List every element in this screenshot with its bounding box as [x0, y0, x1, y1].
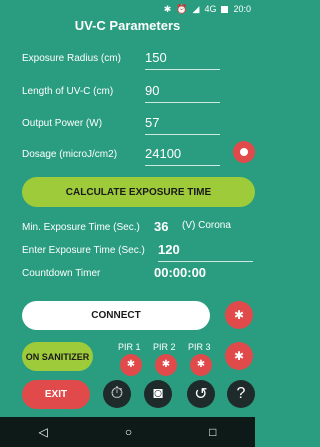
- bluetooth-icon[interactable]: ✱: [225, 301, 253, 329]
- battery-icon: [221, 5, 229, 13]
- min-exposure-note: (V) Corona: [182, 220, 231, 231]
- countdown-value: 00:00:00: [154, 265, 207, 280]
- label-output-power: Output Power (W): [22, 118, 103, 129]
- pir1-indicator-icon: ✱: [120, 354, 142, 376]
- pir1-label: PIR 1: [118, 342, 141, 352]
- back-icon[interactable]: ◁: [39, 425, 48, 439]
- connect-button[interactable]: CONNECT: [22, 301, 210, 330]
- exposure-radius-field[interactable]: 150: [145, 50, 220, 70]
- status-bar: ✱ ⏰ ◢ 4G 20:0: [0, 0, 255, 18]
- min-exposure-value: 36: [154, 219, 169, 234]
- nav-bar: ◁ ○ □: [0, 417, 255, 447]
- output-power-field[interactable]: 57: [145, 115, 220, 135]
- recent-apps-icon[interactable]: □: [209, 425, 216, 439]
- label-exposure-radius: Exposure Radius (cm): [22, 53, 121, 64]
- pir3-label: PIR 3: [188, 342, 211, 352]
- pir2-indicator-icon: ✱: [155, 354, 177, 376]
- timer-icon[interactable]: ⏱: [103, 380, 131, 408]
- page-title: UV-C Parameters: [74, 18, 181, 33]
- home-icon[interactable]: ○: [125, 425, 132, 439]
- dosage-field[interactable]: 24100: [145, 146, 220, 166]
- pir2-label: PIR 2: [153, 342, 176, 352]
- enter-exposure-field[interactable]: 120: [158, 242, 253, 262]
- on-sanitizer-button[interactable]: ON SANITIZER: [22, 342, 93, 371]
- status-time: 20:0: [233, 4, 251, 14]
- help-icon[interactable]: ?: [227, 380, 255, 408]
- pir-all-indicator-icon[interactable]: ✱: [225, 342, 253, 370]
- label-min-exposure: Min. Exposure Time (Sec.): [22, 222, 140, 233]
- exit-button[interactable]: EXIT: [22, 380, 90, 409]
- camera-icon[interactable]: ◙: [144, 380, 172, 408]
- alarm-icon: ⏰: [176, 3, 188, 14]
- label-uvc-length: Length of UV-C (cm): [22, 86, 114, 97]
- signal-icon: ◢: [192, 3, 200, 14]
- network-label: 4G: [204, 4, 217, 14]
- virus-icon[interactable]: [233, 141, 255, 163]
- pir3-indicator-icon: ✱: [190, 354, 212, 376]
- history-icon[interactable]: ↺: [187, 380, 215, 408]
- label-dosage: Dosage (microJ/cm2): [22, 149, 118, 160]
- label-enter-exposure: Enter Exposure Time (Sec.): [22, 245, 145, 256]
- bluetooth-icon: ✱: [163, 3, 172, 14]
- uvc-length-field[interactable]: 90: [145, 83, 220, 103]
- label-countdown: Countdown Timer: [22, 268, 101, 279]
- calculate-exposure-button[interactable]: CALCULATE EXPOSURE TIME: [22, 177, 255, 207]
